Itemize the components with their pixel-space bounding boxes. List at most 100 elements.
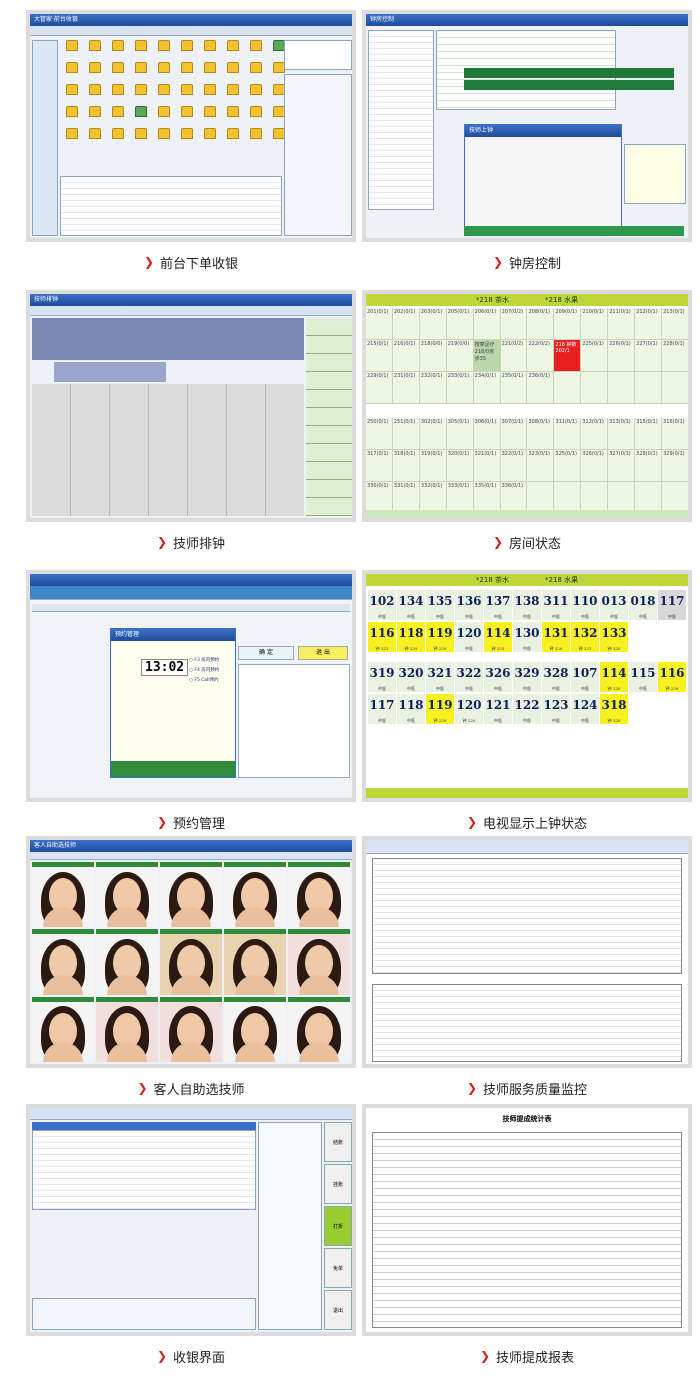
room-icon[interactable]	[221, 106, 244, 128]
room-cell[interactable]: 333(0/1)	[446, 482, 473, 513]
room-icon[interactable]	[221, 40, 244, 62]
room-cell[interactable]: 202(0/1)	[392, 308, 419, 339]
room-icon[interactable]	[129, 40, 152, 62]
reservation-option[interactable]: ○ F3 房内预约	[189, 657, 233, 663]
room-cell[interactable]: 210(0/1)	[581, 308, 608, 339]
technician-photo[interactable]	[32, 929, 94, 995]
room-cell[interactable]: 326(0/1)	[581, 450, 608, 481]
room-cell[interactable]: 311(0/1)	[554, 418, 581, 449]
room-cell[interactable]: 221(0/2)	[500, 340, 527, 371]
technician-photo[interactable]	[288, 862, 350, 928]
room-icon[interactable]	[106, 106, 129, 128]
room-cell[interactable]	[662, 482, 688, 513]
technician-photo[interactable]	[160, 996, 222, 1062]
reservation-option[interactable]: ○ F4 房内预约	[189, 667, 233, 673]
room-cell[interactable]	[635, 372, 662, 403]
room-icon[interactable]	[106, 128, 129, 150]
room-cell[interactable]	[635, 482, 662, 513]
room-icon[interactable]	[129, 106, 152, 128]
technician-photo[interactable]	[288, 996, 350, 1062]
room-cell[interactable]: 325(0/1)	[554, 450, 581, 481]
technician-photo[interactable]	[224, 929, 286, 995]
technician-photo[interactable]	[32, 862, 94, 928]
room-icon[interactable]	[83, 62, 106, 84]
room-cell[interactable]: 331(0/1)	[392, 482, 419, 513]
technician-photo[interactable]	[160, 929, 222, 995]
room-icon[interactable]	[198, 40, 221, 62]
room-cell[interactable]: 322(0/1)	[500, 450, 527, 481]
room-cell[interactable]: 320(0/1)	[446, 450, 473, 481]
room-cell[interactable]: 226(0/1)	[608, 340, 635, 371]
room-icon[interactable]	[198, 62, 221, 84]
room-cell[interactable]: 250(0/1)	[366, 418, 392, 449]
room-cell[interactable]: 205(0/1)	[446, 308, 473, 339]
technician-photo[interactable]	[32, 996, 94, 1062]
room-cell[interactable]: 231(0/1)	[392, 372, 419, 403]
room-cell[interactable]	[662, 372, 688, 403]
room-cell[interactable]: 229(0/1)	[366, 372, 392, 403]
room-icon[interactable]	[244, 40, 267, 62]
room-icon[interactable]	[152, 128, 175, 150]
room-icon[interactable]	[129, 128, 152, 150]
room-cell[interactable]: 218 钟数 202/1	[554, 340, 581, 371]
room-cell[interactable]: 211(0/1)	[608, 308, 635, 339]
room-cell[interactable]: 201(0/1)	[366, 308, 392, 339]
room-cell[interactable]	[527, 482, 554, 513]
reservation-option[interactable]: ○ F5 Call预约	[189, 677, 233, 683]
room-cell[interactable]: 327(0/1)	[608, 450, 635, 481]
cashier-button[interactable]: 打折	[324, 1206, 352, 1246]
room-cell[interactable]: 235(0/1)	[500, 372, 527, 403]
room-icon[interactable]	[175, 106, 198, 128]
room-icon[interactable]	[152, 62, 175, 84]
room-cell[interactable]: 215(0/1)	[366, 340, 392, 371]
room-icon[interactable]	[221, 128, 244, 150]
room-cell[interactable]: 232(0/1)	[419, 372, 446, 403]
room-cell[interactable]: 236(0/1)	[527, 372, 554, 403]
room-icon[interactable]	[83, 128, 106, 150]
room-icon[interactable]	[83, 84, 106, 106]
room-cell[interactable]: 319(0/1)	[419, 450, 446, 481]
technician-photo[interactable]	[160, 862, 222, 928]
room-icon[interactable]	[175, 40, 198, 62]
room-cell[interactable]: 213(0/1)	[662, 308, 688, 339]
cashier-button[interactable]: 结账	[324, 1122, 352, 1162]
cashier-button[interactable]: 免单	[324, 1248, 352, 1288]
room-icon[interactable]	[83, 106, 106, 128]
room-cell[interactable]: 316(0/1)	[662, 418, 688, 449]
room-icon[interactable]	[152, 84, 175, 106]
cashier-button[interactable]: 退出	[324, 1290, 352, 1330]
room-icon[interactable]	[129, 62, 152, 84]
room-icon[interactable]	[221, 62, 244, 84]
technician-photo[interactable]	[224, 862, 286, 928]
room-cell[interactable]: 212(0/1)	[635, 308, 662, 339]
technician-photo[interactable]	[96, 996, 158, 1062]
room-cell[interactable]: 209(0/1)	[554, 308, 581, 339]
room-cell[interactable]: 按摩足疗 218/0房 步35	[473, 340, 500, 371]
room-cell[interactable]: 251(0/1)	[392, 418, 419, 449]
technician-photo[interactable]	[96, 929, 158, 995]
room-cell[interactable]: 328(0/1)	[635, 450, 662, 481]
room-icon[interactable]	[60, 128, 83, 150]
room-cell[interactable]	[554, 482, 581, 513]
room-cell[interactable]: 318(0/1)	[392, 450, 419, 481]
room-icon[interactable]	[198, 106, 221, 128]
room-icon[interactable]	[244, 128, 267, 150]
room-icon[interactable]	[244, 62, 267, 84]
room-icon[interactable]	[60, 40, 83, 62]
room-cell[interactable]	[608, 482, 635, 513]
room-icon[interactable]	[60, 84, 83, 106]
room-icon[interactable]	[83, 40, 106, 62]
room-cell[interactable]: 207(0/2)	[500, 308, 527, 339]
room-cell[interactable]: 225(0/1)	[581, 340, 608, 371]
room-cell[interactable]: 234(0/1)	[473, 372, 500, 403]
room-icon[interactable]	[175, 62, 198, 84]
room-cell[interactable]: 330(0/1)	[366, 482, 392, 513]
room-icon[interactable]	[244, 84, 267, 106]
exit-button[interactable]: 退 出	[298, 646, 348, 660]
room-cell[interactable]: 222(0/2)	[527, 340, 554, 371]
room-cell[interactable]: 216(0/1)	[392, 340, 419, 371]
room-icon[interactable]	[60, 62, 83, 84]
room-icon[interactable]	[106, 62, 129, 84]
room-icon[interactable]	[244, 106, 267, 128]
room-cell[interactable]: 302(0/1)	[419, 418, 446, 449]
